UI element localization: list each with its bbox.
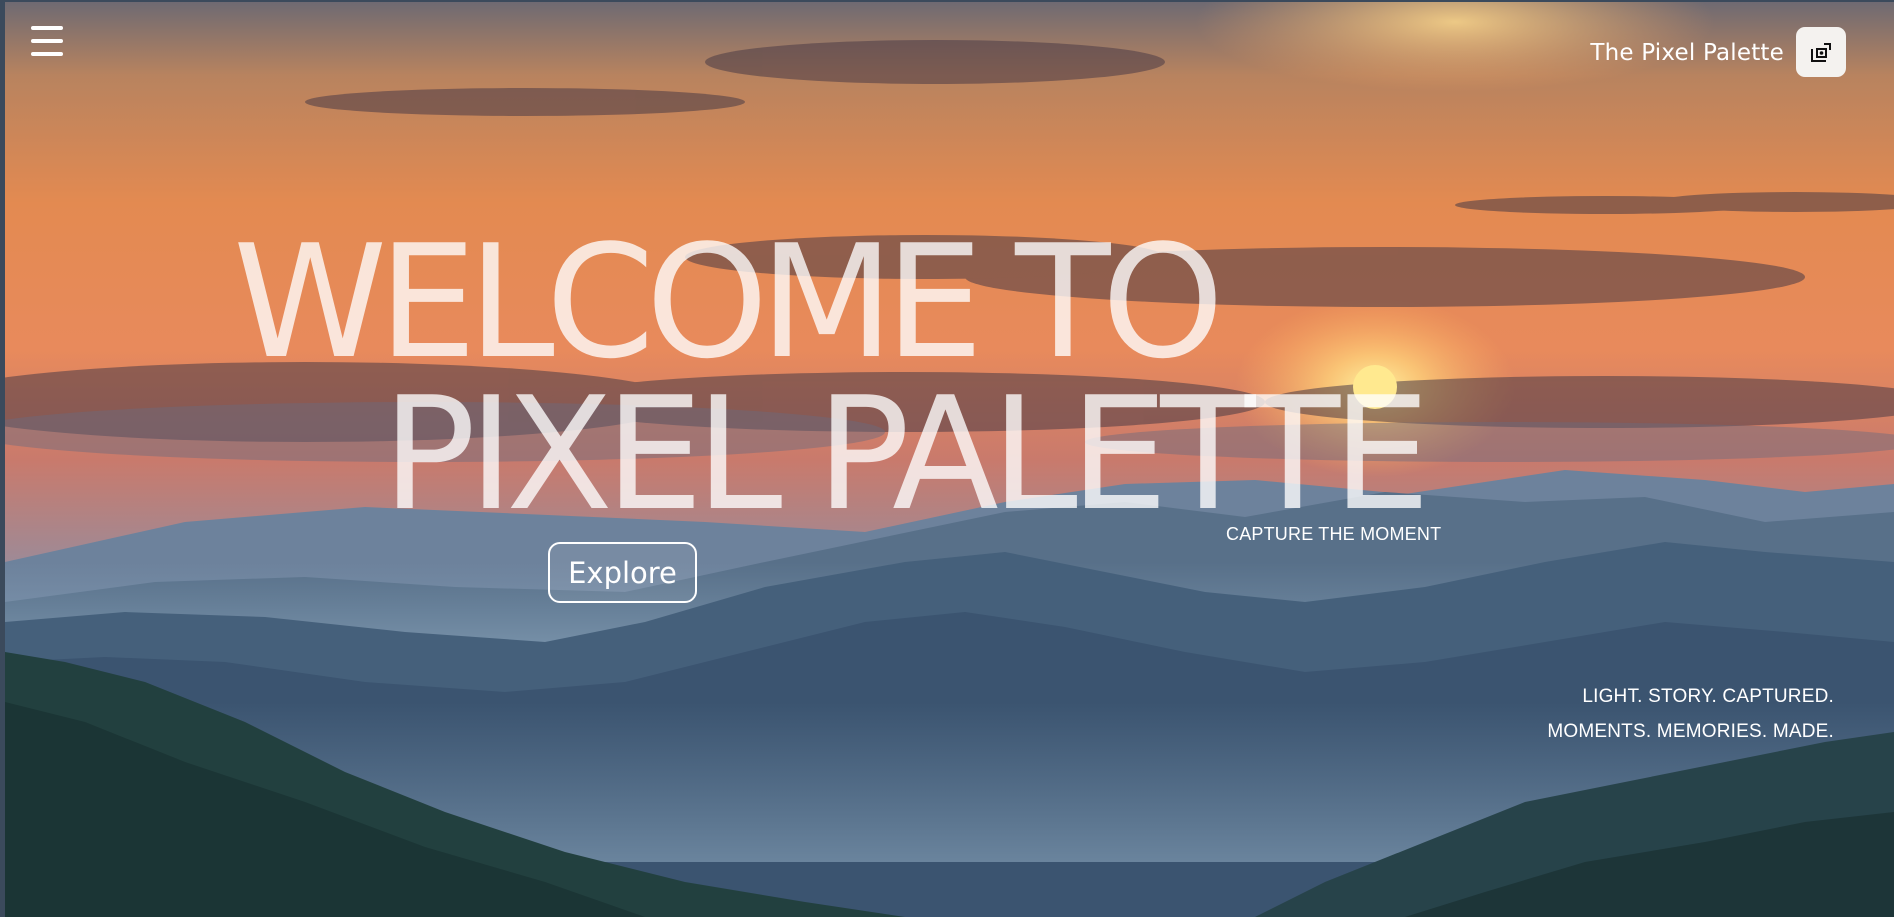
hero-section: The Pixel Palette WELCOME TO PIXEL PALET…	[5, 2, 1894, 917]
tagline: CAPTURE THE MOMENT	[1226, 524, 1442, 544]
explore-button[interactable]: Explore	[548, 542, 697, 603]
hamburger-menu-icon[interactable]	[29, 24, 65, 58]
motto-line-1: LIGHT. STORY. CAPTURED.	[1582, 686, 1834, 707]
brand-name[interactable]: The Pixel Palette	[1590, 40, 1784, 66]
headline-line-2: PIXEL PALETTE	[382, 363, 1431, 545]
headline-line-1: WELCOME TO	[233, 211, 1224, 393]
menu-bar	[31, 52, 63, 56]
motto-line-2: MOMENTS. MEMORIES. MADE.	[1547, 721, 1834, 742]
brand-logo-button[interactable]	[1796, 27, 1846, 77]
menu-bar	[31, 26, 63, 30]
menu-bar	[31, 39, 63, 43]
photo-frame-icon	[1811, 43, 1831, 62]
